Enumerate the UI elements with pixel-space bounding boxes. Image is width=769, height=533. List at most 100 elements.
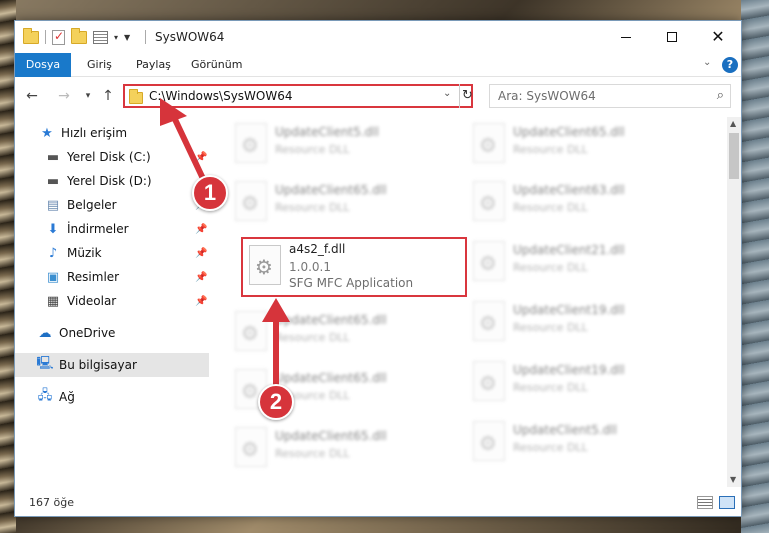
- file-name: UpdateClient21.dll: [513, 243, 625, 257]
- file-tile[interactable]: UpdateClient5.dll Resource DLL: [465, 415, 695, 473]
- sidebar-item-label: Resimler: [67, 270, 120, 284]
- file-tile[interactable]: UpdateClient65.dll Resource DLL: [465, 117, 695, 175]
- file-tile[interactable]: UpdateClient21.dll Resource DLL: [465, 235, 695, 293]
- chevron-down-icon[interactable]: ▾: [114, 33, 118, 42]
- file-tile[interactable]: UpdateClient5.dll Resource DLL: [227, 117, 457, 175]
- minimize-button[interactable]: [603, 21, 649, 53]
- sidebar-item-onedrive[interactable]: ☁ OneDrive: [15, 321, 209, 345]
- close-button[interactable]: ✕: [695, 21, 741, 53]
- sidebar-item-label: Müzik: [67, 246, 102, 260]
- sidebar-item-pictures[interactable]: ▣ Resimler 📌: [15, 265, 209, 289]
- maximize-button[interactable]: [649, 21, 695, 53]
- tab-view[interactable]: Görünüm: [181, 53, 252, 77]
- network-icon: 🖧: [37, 388, 53, 403]
- tab-home[interactable]: Giriş: [77, 53, 122, 77]
- search-icon[interactable]: ⌕: [717, 88, 724, 103]
- expand-ribbon-chevron-icon[interactable]: ⌄: [703, 57, 711, 68]
- star-icon: ★: [41, 125, 53, 141]
- up-button[interactable]: ↑: [99, 87, 117, 105]
- file-type: Resource DLL: [513, 201, 588, 214]
- navigation-pane: ★ Hızlı erişim ▬ Yerel Disk (C:) 📌 ▬ Yer…: [15, 117, 209, 487]
- file-tile[interactable]: UpdateClient65.dll Resource DLL: [227, 421, 457, 479]
- scroll-up-icon[interactable]: ▲: [730, 119, 736, 128]
- properties-check-icon[interactable]: [52, 29, 65, 45]
- step-2-badge: 2: [258, 384, 294, 420]
- folder-icon: [23, 28, 39, 45]
- large-icons-view-icon[interactable]: [719, 496, 735, 509]
- pin-icon[interactable]: 📌: [195, 248, 207, 259]
- address-path[interactable]: C:\Windows\SysWOW64: [149, 89, 293, 103]
- dll-file-icon: [235, 123, 267, 163]
- sidebar-item-music[interactable]: ♪ Müzik 📌: [15, 241, 209, 265]
- customize-view-icon[interactable]: [93, 30, 108, 44]
- file-tile[interactable]: UpdateClient65.dll Resource DLL: [227, 175, 457, 233]
- forward-button[interactable]: →: [55, 87, 73, 105]
- dll-file-icon: [249, 245, 281, 285]
- help-icon[interactable]: ?: [722, 57, 738, 73]
- sidebar-item-documents[interactable]: ▤ Belgeler 📌: [15, 193, 209, 217]
- file-type: Resource DLL: [513, 143, 588, 156]
- folder-icon: [129, 89, 143, 104]
- file-type: Resource DLL: [275, 201, 350, 214]
- file-name: UpdateClient65.dll: [275, 183, 387, 197]
- minimize-icon: [621, 36, 631, 38]
- dll-file-icon: [473, 421, 505, 461]
- scroll-down-icon[interactable]: ▼: [730, 475, 736, 484]
- file-name: UpdateClient5.dll: [513, 423, 617, 437]
- file-type: Resource DLL: [513, 441, 588, 454]
- sidebar-item-label: Belgeler: [67, 198, 117, 212]
- dll-file-icon: [473, 181, 505, 221]
- file-name: UpdateClient65.dll: [275, 371, 387, 385]
- recent-locations-icon[interactable]: ▾: [79, 87, 97, 105]
- dll-file-icon: [473, 361, 505, 401]
- pin-icon[interactable]: 📌: [195, 272, 207, 283]
- sidebar-item-this-pc[interactable]: 🖳 Bu bilgisayar: [15, 353, 209, 377]
- sidebar-item-label: Bu bilgisayar: [59, 358, 137, 372]
- dll-file-icon: [473, 123, 505, 163]
- file-name: UpdateClient19.dll: [513, 303, 625, 317]
- pin-icon[interactable]: 📌: [195, 224, 207, 235]
- close-icon: ✕: [711, 27, 725, 46]
- file-type: Resource DLL: [275, 331, 350, 344]
- refresh-icon[interactable]: ↻: [459, 84, 475, 108]
- desktop-background-right: [741, 0, 769, 533]
- sidebar-item-network[interactable]: 🖧 Ağ: [15, 385, 209, 409]
- music-icon: ♪: [48, 245, 58, 261]
- pin-icon[interactable]: 📌: [195, 152, 207, 163]
- highlighted-file-tile[interactable]: a4s2_f.dll 1.0.0.1 SFG MFC Application: [241, 237, 467, 297]
- details-view-icon[interactable]: [697, 496, 713, 509]
- qat-customize-icon[interactable]: ▼: [124, 33, 130, 42]
- toolbar-divider: [45, 30, 46, 44]
- sidebar-item-quick-access[interactable]: ★ Hızlı erişim: [15, 121, 209, 145]
- new-folder-icon[interactable]: [71, 28, 87, 45]
- file-type: Resource DLL: [513, 261, 588, 274]
- sidebar-item-label: Ağ: [59, 390, 75, 404]
- sidebar-item-local-disk-c[interactable]: ▬ Yerel Disk (C:) 📌: [15, 145, 209, 169]
- address-dropdown-icon[interactable]: ⌄: [443, 88, 451, 99]
- drive-icon: ▬: [46, 173, 60, 189]
- sidebar-item-videos[interactable]: ▦ Videolar 📌: [15, 289, 209, 313]
- title-divider: [145, 30, 146, 44]
- file-name: UpdateClient65.dll: [275, 313, 387, 327]
- scrollbar-thumb[interactable]: [729, 133, 739, 179]
- file-tile[interactable]: UpdateClient19.dll Resource DLL: [465, 355, 695, 413]
- file-tile[interactable]: UpdateClient19.dll Resource DLL: [465, 295, 695, 353]
- quick-access-toolbar: ▾ ▼: [23, 28, 130, 45]
- tab-file[interactable]: Dosya: [15, 53, 71, 77]
- sidebar-item-local-disk-d[interactable]: ▬ Yerel Disk (D:): [15, 169, 209, 193]
- back-button[interactable]: ←: [23, 87, 41, 105]
- dll-file-icon: [473, 301, 505, 341]
- vertical-scrollbar[interactable]: ▲ ▼: [727, 117, 741, 487]
- pin-icon[interactable]: 📌: [195, 296, 207, 307]
- file-tile[interactable]: UpdateClient65.dll Resource DLL: [227, 305, 457, 363]
- address-bar[interactable]: C:\Windows\SysWOW64 ⌄ ↻: [123, 84, 473, 108]
- sidebar-item-downloads[interactable]: ⬇ İndirmeler 📌: [15, 217, 209, 241]
- file-tile[interactable]: UpdateClient63.dll Resource DLL: [465, 175, 695, 233]
- videos-icon: ▦: [46, 293, 60, 309]
- search-placeholder: Ara: SysWOW64: [498, 89, 596, 103]
- step-1-badge: 1: [192, 175, 228, 211]
- search-input[interactable]: Ara: SysWOW64 ⌕: [489, 84, 731, 108]
- tab-share[interactable]: Paylaş: [126, 53, 181, 77]
- title-bar: ▾ ▼ SysWOW64 ✕: [15, 21, 741, 53]
- file-list: UpdateClient5.dll Resource DLL UpdateCli…: [221, 117, 727, 487]
